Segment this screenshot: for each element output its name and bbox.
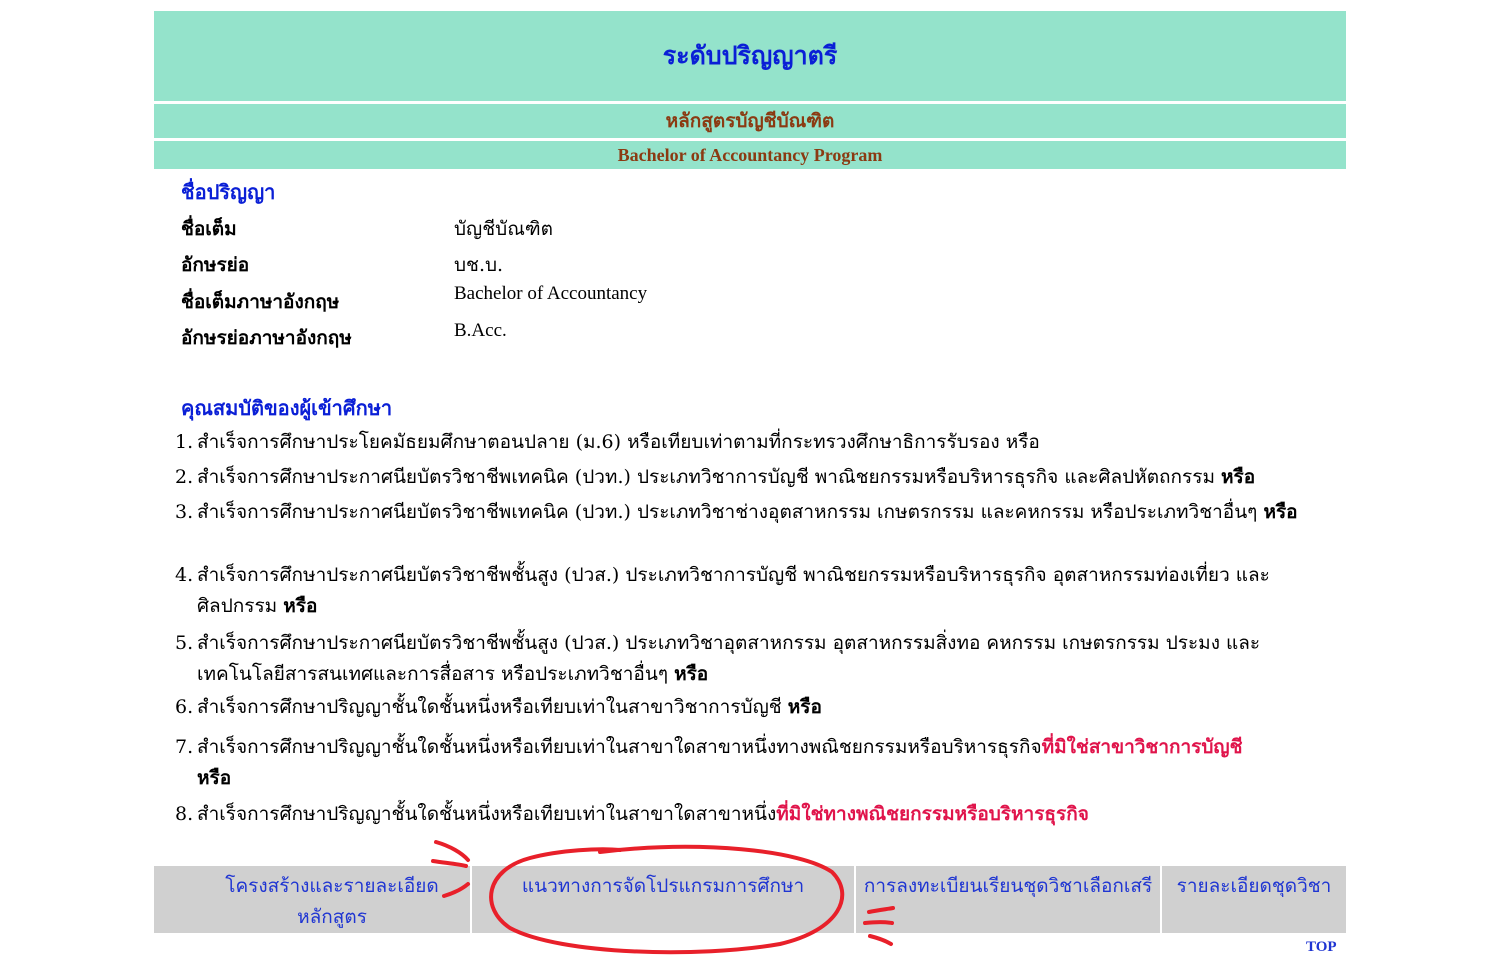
nav-link-curriculum-structure[interactable]: โครงสร้างและรายละเอียดหลักสูตร (154, 866, 472, 933)
degree-english-name-label: ชื่อเต็มภาษาอังกฤษ (181, 291, 340, 313)
nav-link-course-details[interactable]: รายละเอียดชุดวิชา (1162, 866, 1346, 933)
qualification-or: หรือ (283, 595, 318, 617)
qualification-item: 2. สำเร็จการศึกษาประกาศนียบัตรวิชาชีพเทค… (175, 462, 1335, 493)
qualification-highlight: ที่มิใช่สาขาวิชาการบัญชี (1041, 736, 1243, 758)
qualification-number: 2. (175, 466, 194, 488)
qualification-text: สำเร็จการศึกษาประโยคมัธยมศึกษาตอนปลาย (ม… (197, 431, 1040, 453)
program-name-thai: หลักสูตรบัญชีบัณฑิต (665, 110, 835, 132)
qualification-text: สำเร็จการศึกษาประกาศนียบัตรวิชาชีพชั้นสู… (197, 564, 1270, 617)
qualification-item: 5. สำเร็จการศึกษาประกาศนียบัตรวิชาชีพชั้… (175, 628, 1335, 690)
top-link[interactable]: TOP (1306, 939, 1337, 956)
program-name-english: Bachelor of Accountancy Program (617, 144, 883, 165)
degree-heading: ชื่อปริญญา (181, 180, 276, 204)
degree-abbrev-value: บช.บ. (454, 254, 504, 276)
qualification-number: 8. (175, 803, 194, 825)
qualification-or: หรือ (197, 767, 232, 789)
page-header: ระดับปริญญาตรี (154, 11, 1346, 101)
program-header-english: Bachelor of Accountancy Program (154, 141, 1346, 169)
qualification-or: หรือ (1263, 501, 1298, 523)
qualification-highlight: ที่มิใช่ทางพณิชยกรรมหรือบริหารธุรกิจ (776, 803, 1089, 825)
qualification-or: หรือ (674, 663, 709, 685)
qualification-text: สำเร็จการศึกษาปริญญาชั้นใดชั้นหนึ่งหรือเ… (197, 736, 1042, 758)
qualification-text: สำเร็จการศึกษาประกาศนียบัตรวิชาชีพชั้นสู… (197, 632, 1261, 685)
qualification-item: 6. สำเร็จการศึกษาปริญญาชั้นใดชั้นหนึ่งหร… (175, 692, 1335, 723)
qualification-item: 3. สำเร็จการศึกษาประกาศนียบัตรวิชาชีพเทค… (175, 497, 1335, 528)
qualification-item: 4. สำเร็จการศึกษาประกาศนียบัตรวิชาชีพชั้… (175, 560, 1335, 622)
qualification-item: 1. สำเร็จการศึกษาประโยคมัธยมศึกษาตอนปลาย… (175, 427, 1335, 458)
qualification-or: หรือ (787, 696, 822, 718)
degree-english-name-value: Bachelor of Accountancy (454, 283, 648, 304)
bottom-nav: โครงสร้างและรายละเอียดหลักสูตร แนวทางการ… (154, 866, 1346, 933)
qualification-text: สำเร็จการศึกษาปริญญาชั้นใดชั้นหนึ่งหรือเ… (197, 803, 777, 825)
nav-link-elective-registration[interactable]: การลงทะเบียนเรียนชุดวิชาเลือกเสรี (856, 866, 1162, 933)
annotation-tick (868, 934, 893, 946)
qualification-number: 5. (175, 632, 194, 654)
page-title: ระดับปริญญาตรี (662, 41, 838, 70)
qualification-number: 4. (175, 564, 194, 586)
qualification-text: สำเร็จการศึกษาประกาศนียบัตรวิชาชีพเทคนิค… (197, 501, 1264, 523)
degree-english-abbrev-value: B.Acc. (454, 320, 507, 341)
program-header-thai: หลักสูตรบัญชีบัณฑิต (154, 104, 1346, 138)
qualification-text: สำเร็จการศึกษาประกาศนียบัตรวิชาชีพเทคนิค… (197, 466, 1222, 488)
qualification-number: 6. (175, 696, 194, 718)
degree-full-name-label: ชื่อเต็ม (181, 218, 237, 240)
qualification-item: 8. สำเร็จการศึกษาปริญญาชั้นใดชั้นหนึ่งหร… (175, 799, 1335, 830)
degree-abbrev-label: อักษรย่อ (181, 254, 250, 276)
annotation-tick (434, 840, 470, 862)
qualification-or: หรือ (1221, 466, 1256, 488)
nav-link-study-program-guide[interactable]: แนวทางการจัดโปรแกรมการศึกษา (472, 866, 856, 933)
qualification-text: สำเร็จการศึกษาปริญญาชั้นใดชั้นหนึ่งหรือเ… (197, 696, 788, 718)
qualification-number: 1. (175, 431, 194, 453)
qualifications-heading: คุณสมบัติของผู้เข้าศึกษา (181, 396, 393, 420)
qualification-number: 3. (175, 501, 194, 523)
degree-english-abbrev-label: อักษรย่อภาษาอังกฤษ (181, 327, 352, 349)
qualification-item: 7. สำเร็จการศึกษาปริญญาชั้นใดชั้นหนึ่งหร… (175, 732, 1335, 794)
degree-full-name-value: บัญชีบัณฑิต (454, 218, 553, 240)
qualification-number: 7. (175, 736, 194, 758)
